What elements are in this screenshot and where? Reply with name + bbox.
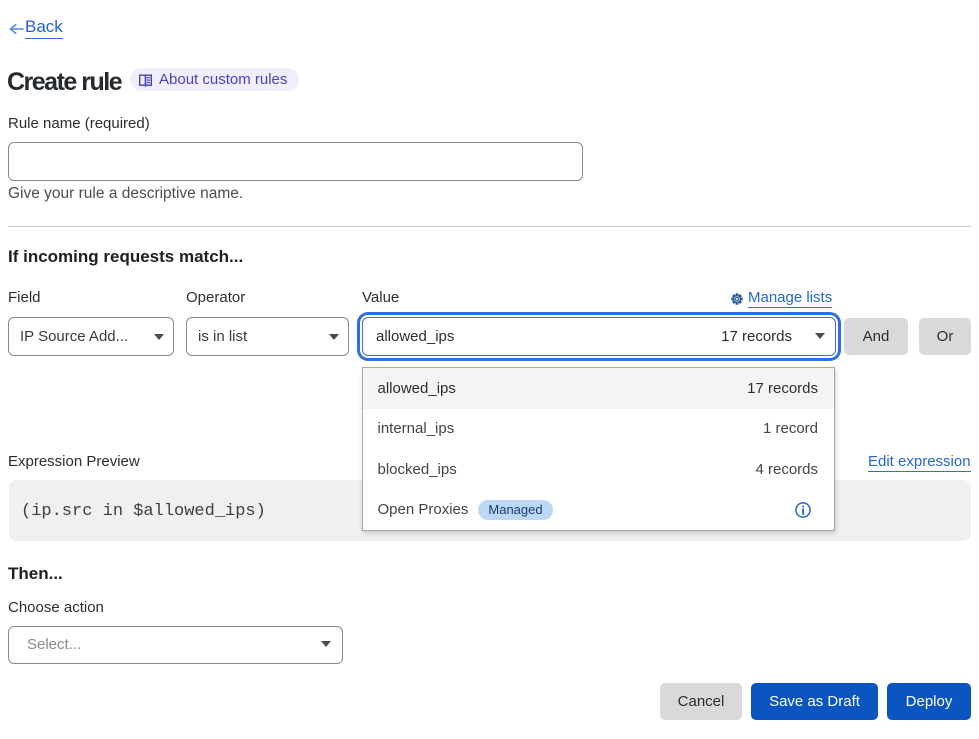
- svg-text:i: i: [801, 502, 805, 517]
